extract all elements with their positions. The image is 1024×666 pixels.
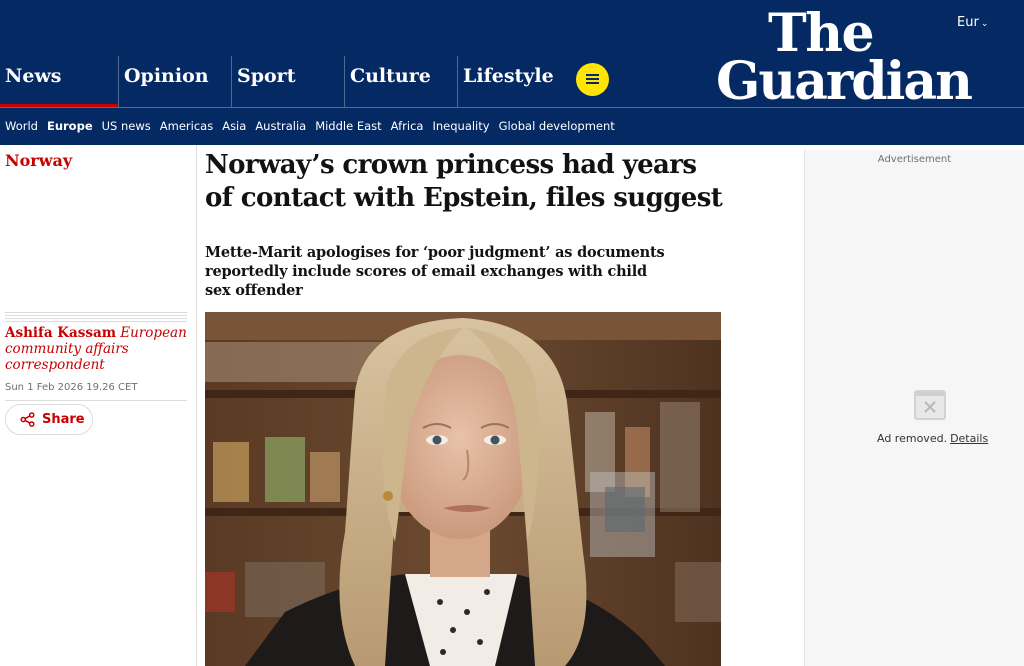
subnav-us-news[interactable]: US news (102, 119, 151, 137)
share-button[interactable]: Share (5, 404, 93, 435)
article-main-image[interactable] (205, 312, 721, 666)
share-label: Share (42, 412, 85, 427)
divider (5, 315, 187, 316)
guardian-logo[interactable]: The Guardian (716, 8, 992, 112)
subnav-global-development[interactable]: Global development (499, 119, 615, 137)
subnav-americas[interactable]: Americas (160, 119, 213, 137)
divider (5, 400, 187, 401)
author-name[interactable]: Ashifa Kassam (5, 325, 116, 341)
column-divider (196, 145, 197, 666)
subnav-inequality[interactable]: Inequality (432, 119, 489, 137)
subnav-europe[interactable]: Europe (47, 119, 93, 137)
ad-label: Advertisement (877, 154, 952, 165)
divider (5, 318, 187, 319)
photo-portrait (205, 312, 721, 666)
pillar-culture[interactable]: Culture (344, 56, 457, 108)
nav-divider (0, 107, 1024, 108)
article-standfirst: Mette-Marit apologises for ‘poor judgmen… (205, 244, 665, 299)
broken-ad-icon (914, 390, 946, 420)
subnav-africa[interactable]: Africa (391, 119, 424, 137)
sub-nav: World Europe US news Americas Asia Austr… (0, 119, 624, 137)
advertisement-slot: Advertisement Ad removed. Details (804, 150, 1024, 666)
masthead: Eur ⌄ The Guardian News Opinion Sport Cul… (0, 0, 1024, 145)
subnav-middle-east[interactable]: Middle East (315, 119, 381, 137)
hamburger-icon-bar (586, 78, 599, 80)
hamburger-icon (586, 74, 599, 76)
article-headline: Norway’s crown princess had years of con… (205, 150, 723, 213)
pillar-opinion[interactable]: Opinion (118, 56, 231, 108)
subnav-world[interactable]: World (5, 119, 38, 137)
divider (5, 312, 187, 313)
byline: Ashifa Kassam European community affairs… (5, 325, 187, 373)
subnav-asia[interactable]: Asia (222, 119, 246, 137)
ad-removed-text: Ad removed. (877, 432, 948, 445)
publish-date: Sun 1 Feb 2026 19.26 CET (5, 382, 138, 393)
menu-button[interactable] (576, 63, 609, 96)
hamburger-icon-bar (586, 82, 599, 84)
share-icon (20, 412, 35, 427)
divider (5, 321, 187, 322)
ad-details-link[interactable]: Details (950, 432, 988, 445)
logo-line-2: Guardian (716, 50, 973, 112)
pillar-news[interactable]: News (0, 56, 118, 108)
ad-removed-notice: Ad removed. Details (877, 432, 988, 445)
pillar-sport[interactable]: Sport (231, 56, 344, 108)
subnav-australia[interactable]: Australia (255, 119, 306, 137)
section-label[interactable]: Norway (5, 151, 72, 170)
pillar-lifestyle[interactable]: Lifestyle (457, 56, 571, 108)
